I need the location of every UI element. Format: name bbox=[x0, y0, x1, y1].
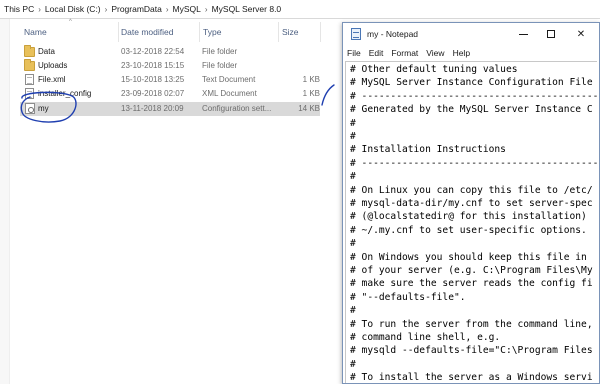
annotation-stroke bbox=[321, 84, 335, 106]
navigation-pane-edge bbox=[0, 19, 10, 384]
close-button[interactable]: ✕ bbox=[567, 23, 595, 45]
file-type: XML Document bbox=[202, 89, 257, 98]
file-size: 14 KB bbox=[298, 104, 320, 113]
file-type: Text Document bbox=[202, 75, 256, 84]
breadcrumb[interactable]: This PC › Local Disk (C:) › ProgramData … bbox=[0, 0, 600, 19]
text-line: # ~/.my.cnf to set user-specific options… bbox=[350, 224, 587, 236]
notepad-menu-bar: File Edit Format View Help bbox=[343, 45, 599, 61]
breadcrumb-separator-icon: › bbox=[38, 4, 41, 14]
notepad-text-area[interactable]: # Other default tuning values # MySQL Ser… bbox=[345, 61, 597, 383]
text-file-icon bbox=[25, 74, 34, 85]
text-line: # Installation Instructions bbox=[350, 144, 506, 156]
close-icon: ✕ bbox=[576, 28, 586, 40]
text-line: # To install the server as a Windows ser… bbox=[350, 372, 593, 383]
folder-icon bbox=[24, 59, 35, 71]
notepad-window[interactable]: my - Notepad ✕ File Edit Format View Hel… bbox=[342, 22, 600, 384]
text-line: # Generated by the MySQL Server Instance… bbox=[350, 104, 593, 116]
notepad-title: my - Notepad bbox=[367, 29, 419, 39]
file-row-uploads[interactable]: Uploads 23-10-2018 15:15 File folder bbox=[20, 59, 320, 73]
text-line: # bbox=[350, 171, 356, 183]
breadcrumb-mysql-server[interactable]: MySQL Server 8.0 bbox=[212, 4, 282, 14]
text-line: # MySQL Server Instance Configuration Fi… bbox=[350, 77, 593, 89]
config-file-icon bbox=[25, 103, 35, 114]
text-line: # On Windows you should keep this file i… bbox=[350, 251, 587, 263]
file-date: 23-09-2018 02:07 bbox=[121, 89, 185, 98]
text-line: # bbox=[350, 117, 356, 129]
text-line: # bbox=[350, 131, 356, 142]
breadcrumb-mysql[interactable]: MySQL bbox=[173, 4, 201, 14]
text-line: # command line shell, e.g. bbox=[350, 332, 501, 343]
column-header-type[interactable]: Type bbox=[203, 25, 221, 39]
file-row-installer-config[interactable]: installer_config 23-09-2018 02:07 XML Do… bbox=[20, 87, 320, 101]
text-line: # On Linux you can copy this file to /et… bbox=[350, 184, 593, 196]
breadcrumb-separator-icon: › bbox=[165, 4, 169, 14]
column-header-date[interactable]: Date modified bbox=[121, 25, 173, 39]
text-line: # --------------------------------------… bbox=[350, 157, 597, 169]
file-row-my[interactable]: my 13-11-2018 20:09 Configuration sett..… bbox=[20, 102, 320, 116]
file-size bbox=[282, 45, 320, 59]
text-line: # Other default tuning values bbox=[350, 64, 518, 75]
file-name: my bbox=[38, 104, 49, 113]
column-header-size[interactable]: Size bbox=[282, 25, 299, 39]
file-type: Configuration sett... bbox=[202, 104, 272, 113]
file-name: installer_config bbox=[38, 89, 92, 98]
minimize-button[interactable] bbox=[509, 23, 537, 45]
text-line: # bbox=[350, 305, 356, 317]
column-header-name[interactable]: Name bbox=[24, 25, 47, 39]
maximize-icon bbox=[547, 30, 555, 38]
column-divider[interactable] bbox=[118, 22, 119, 42]
text-line: # mysql-data-dir/my.cnf to set server-sp… bbox=[350, 198, 593, 209]
text-line: # of your server (e.g. C:\Program Files\… bbox=[350, 265, 593, 276]
file-size: 1 KB bbox=[302, 89, 320, 98]
file-size: 1 KB bbox=[302, 75, 320, 84]
column-divider[interactable] bbox=[199, 22, 200, 42]
file-date: 03-12-2018 22:54 bbox=[121, 47, 185, 56]
file-name: Data bbox=[38, 47, 55, 56]
text-line: # "--defaults-file". bbox=[350, 291, 466, 303]
text-line: # make sure the server reads the config … bbox=[350, 278, 593, 290]
menu-view[interactable]: View bbox=[426, 48, 444, 58]
text-line: # To run the server from the command lin… bbox=[350, 318, 593, 330]
file-name: Uploads bbox=[38, 61, 68, 70]
notepad-title-bar[interactable]: my - Notepad ✕ bbox=[343, 23, 599, 45]
file-size bbox=[282, 59, 320, 73]
folder-icon bbox=[24, 45, 35, 57]
column-divider[interactable] bbox=[278, 22, 279, 42]
menu-edit[interactable]: Edit bbox=[369, 48, 384, 58]
minimize-icon bbox=[518, 33, 528, 35]
menu-help[interactable]: Help bbox=[453, 48, 470, 58]
menu-file[interactable]: File bbox=[347, 48, 361, 58]
text-line: # bbox=[350, 358, 356, 370]
breadcrumb-separator-icon: › bbox=[104, 4, 108, 14]
file-type: File folder bbox=[202, 47, 238, 56]
menu-format[interactable]: Format bbox=[391, 48, 418, 58]
file-date: 13-11-2018 20:09 bbox=[121, 104, 184, 113]
file-row-data[interactable]: Data 03-12-2018 22:54 File folder bbox=[20, 45, 320, 59]
file-row-file-xml[interactable]: File.xml 15-10-2018 13:25 Text Document … bbox=[20, 73, 320, 87]
xml-file-icon bbox=[25, 88, 34, 99]
maximize-button[interactable] bbox=[537, 23, 565, 45]
file-name: File.xml bbox=[38, 75, 66, 84]
breadcrumb-local-disk[interactable]: Local Disk (C:) bbox=[45, 4, 101, 14]
column-divider[interactable] bbox=[320, 22, 321, 42]
file-date: 15-10-2018 13:25 bbox=[121, 75, 185, 84]
sort-ascending-icon: ^ bbox=[69, 19, 72, 25]
breadcrumb-separator-icon: › bbox=[204, 4, 208, 14]
text-line: # --------------------------------------… bbox=[350, 90, 597, 102]
text-line: # mysqld --defaults-file="C:\Program Fil… bbox=[350, 345, 593, 357]
file-date: 23-10-2018 15:15 bbox=[121, 61, 185, 70]
notepad-app-icon[interactable] bbox=[351, 28, 361, 40]
file-type: File folder bbox=[202, 61, 238, 70]
breadcrumb-this-pc[interactable]: This PC bbox=[4, 4, 34, 14]
text-line: # bbox=[350, 238, 356, 250]
text-line: # (@localstatedir@ for this installation… bbox=[350, 211, 587, 223]
breadcrumb-programdata[interactable]: ProgramData bbox=[111, 4, 162, 14]
